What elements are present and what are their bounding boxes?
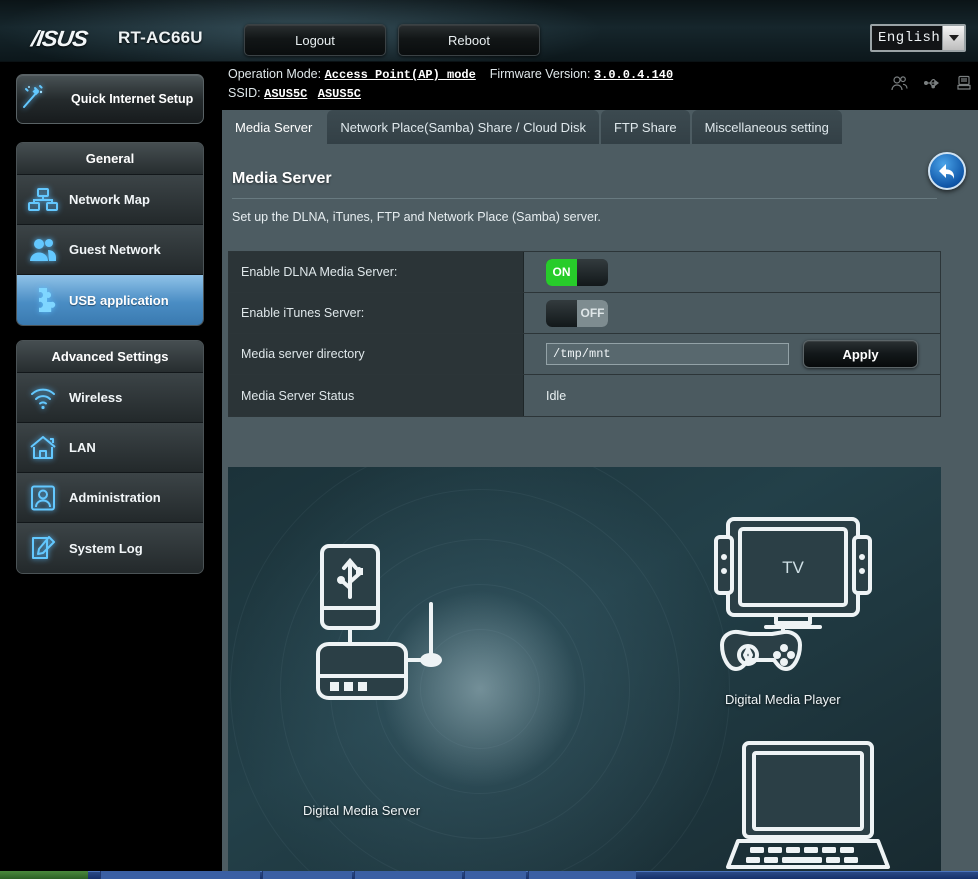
router-admin-page: /ISUS RT-AC66U Logout Reboot English Ope… [0, 0, 978, 879]
taskbar-item[interactable] [464, 871, 526, 879]
sidebar-group-general-title: General [17, 143, 203, 175]
title-divider [232, 198, 937, 199]
asus-logo: /ISUS [29, 26, 89, 51]
apply-button[interactable]: Apply [803, 340, 918, 368]
logout-button[interactable]: Logout [244, 24, 386, 56]
router-model-label: RT-AC66U [118, 28, 203, 47]
page-title: Media Server [232, 170, 332, 187]
reboot-button[interactable]: Reboot [398, 24, 540, 56]
dlna-media-server-toggle[interactable]: ON [546, 258, 608, 286]
taskbar-item[interactable] [528, 871, 636, 879]
sidebar-item-label: System Log [69, 540, 143, 556]
sidebar-item-system-log[interactable]: System Log [17, 523, 203, 573]
top-header-bar: /ISUS RT-AC66U Logout Reboot English [0, 0, 978, 62]
chevron-down-icon [942, 26, 964, 50]
dlna-illustration: Digital Media Server TV Digital Media Pl… [228, 467, 941, 879]
sidebar-item-label: LAN [69, 440, 96, 455]
ssid-link-2[interactable]: ASUS5C [318, 87, 361, 101]
svg-text:TV: TV [782, 558, 804, 577]
sidebar-item-label: Guest Network [69, 242, 161, 257]
tab-miscellaneous-setting[interactable]: Miscellaneous setting [691, 110, 842, 144]
table-row: Media server directory Apply [229, 334, 940, 375]
setting-value: OFF [524, 293, 940, 333]
sidebar-item-guest-network[interactable]: Guest Network [17, 225, 203, 275]
taskbar-item[interactable] [100, 871, 260, 879]
administration-user-icon [17, 485, 69, 511]
status-info-strip: Operation Mode: Access Point(AP) mode Fi… [222, 62, 978, 110]
tv-gamepad-graphic: TV [714, 517, 872, 671]
tab-media-server[interactable]: Media Server [222, 110, 326, 144]
toggle-on-label: ON [546, 258, 577, 286]
sidebar-item-wireless[interactable]: Wireless [17, 373, 203, 423]
wireless-icon [17, 385, 69, 411]
ssid-label: SSID: [228, 86, 261, 100]
firmware-version-link[interactable]: 3.0.0.4.140 [594, 68, 673, 82]
sidebar-item-label: Wireless [69, 390, 123, 405]
system-log-icon [17, 535, 69, 561]
table-row: Media Server Status Idle [229, 375, 940, 416]
settings-table: Enable DLNA Media Server: ON Enable iTun… [228, 251, 941, 417]
caption-digital-media-server: Digital Media Server [303, 803, 421, 818]
operation-mode-link[interactable]: Access Point(AP) mode [325, 68, 476, 82]
tab-ftp-share[interactable]: FTP Share [600, 110, 690, 144]
usb-icon[interactable] [923, 75, 942, 91]
tab-network-place-samba-share[interactable]: Network Place(Samba) Share / Cloud Disk [327, 110, 599, 144]
sidebar-item-usb-application[interactable]: USB application [17, 275, 203, 325]
back-button[interactable] [928, 152, 966, 190]
setting-label: Enable DLNA Media Server: [229, 252, 524, 292]
toggle-knob [577, 258, 608, 286]
setting-value: Apply [524, 334, 940, 374]
taskbar-item[interactable] [354, 871, 462, 879]
content-area: Media Server Network Place(Samba) Share … [222, 110, 978, 879]
ssid-line: SSID: ASUS5C ASUS5C [228, 86, 361, 101]
sidebar-group-general: General Network Map Guest Network USB ap… [16, 142, 204, 326]
ssid-link-1[interactable]: ASUS5C [264, 87, 307, 101]
sidebar-item-administration[interactable]: Administration [17, 473, 203, 523]
table-row: Enable iTunes Server: OFF [229, 293, 940, 334]
sidebar-item-lan[interactable]: LAN [17, 423, 203, 473]
printer-icon[interactable] [956, 75, 972, 91]
os-taskbar [0, 871, 978, 879]
header-status-icons [890, 75, 972, 91]
media-server-directory-input[interactable] [546, 343, 789, 365]
clients-users-icon[interactable] [890, 75, 909, 91]
lan-home-icon [17, 435, 69, 461]
firmware-label: Firmware Version: [489, 67, 591, 81]
guest-network-icon [17, 237, 69, 263]
operation-mode-line: Operation Mode: Access Point(AP) mode Fi… [228, 67, 673, 82]
taskbar-item[interactable] [262, 871, 352, 879]
sidebar-item-label: Network Map [69, 192, 150, 207]
caption-digital-media-player-top: Digital Media Player [725, 692, 841, 707]
toggle-off-label: OFF [577, 299, 608, 327]
setting-value: ON [524, 252, 940, 292]
tab-bar: Media Server Network Place(Samba) Share … [222, 110, 844, 144]
sidebar-item-label: Administration [69, 490, 161, 505]
language-select[interactable]: English [870, 24, 966, 52]
usb-application-icon [17, 286, 69, 314]
toggle-knob [546, 299, 577, 327]
language-select-value: English [878, 30, 941, 46]
media-server-panel: Media Server Set up the DLNA, iTunes, FT… [226, 144, 943, 879]
sidebar-item-network-map[interactable]: Network Map [17, 175, 203, 225]
magic-wand-icon [17, 82, 67, 117]
media-server-status-value: Idle [524, 375, 940, 416]
back-arrow-icon [939, 164, 955, 179]
setting-label: Media Server Status [229, 375, 524, 416]
sidebar-navigation: Quick Internet Setup General Network Map [0, 62, 222, 879]
sidebar-item-quick-internet-setup[interactable]: Quick Internet Setup [16, 74, 204, 124]
network-map-icon [17, 187, 69, 213]
setting-label: Media server directory [229, 334, 524, 374]
sidebar-item-label: USB application [69, 292, 169, 308]
laptop-graphic [720, 741, 896, 875]
sidebar-group-advanced-settings: Advanced Settings Wireless LAN Administr… [16, 340, 204, 574]
setting-label: Enable iTunes Server: [229, 293, 524, 333]
sidebar-group-advanced-title: Advanced Settings [17, 341, 203, 373]
operation-mode-label: Operation Mode: [228, 67, 322, 81]
table-row: Enable DLNA Media Server: ON [229, 252, 940, 293]
page-description: Set up the DLNA, iTunes, FTP and Network… [232, 210, 601, 224]
itunes-server-toggle[interactable]: OFF [546, 299, 608, 327]
start-button[interactable] [0, 871, 88, 879]
sidebar-quick-setup-label: Quick Internet Setup [71, 91, 194, 106]
media-server-graphic [316, 544, 442, 700]
